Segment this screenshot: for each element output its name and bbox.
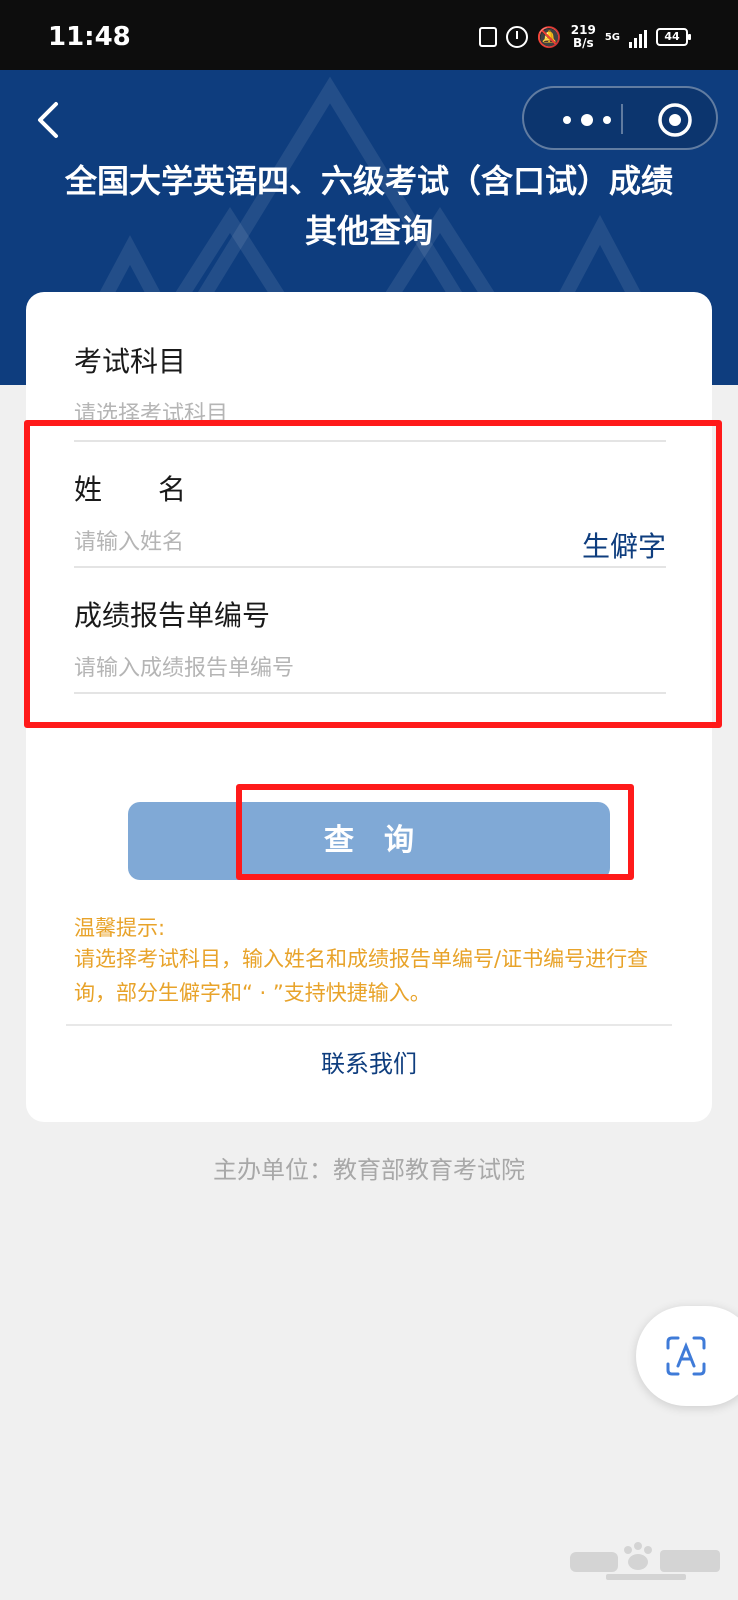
text-scan-icon xyxy=(666,1336,706,1376)
mute-bell-icon: 🔕 xyxy=(536,25,562,49)
tips-title: 温馨提示: xyxy=(74,916,166,940)
page-title: 全国大学英语四、六级考试（含口试）成绩 其他查询 xyxy=(0,156,738,256)
chevron-left-icon xyxy=(38,102,58,138)
page-title-line1: 全国大学英语四、六级考试（含口试）成绩 xyxy=(64,162,673,200)
subject-label: 考试科目 xyxy=(74,345,187,378)
back-button[interactable] xyxy=(28,98,72,142)
battery-icon: 44 xyxy=(656,28,691,46)
sponsor-text: 主办单位：教育部教育考试院 xyxy=(213,1156,525,1184)
status-time: 11:48 xyxy=(48,22,131,52)
target-circle-icon[interactable] xyxy=(657,102,693,138)
contact-us-link[interactable]: 联系我们 xyxy=(26,1044,712,1079)
net-speed: 219 B/s xyxy=(571,24,596,50)
network-type: 5G xyxy=(604,31,620,43)
status-icons: 🔕 219 B/s 5G 44 xyxy=(478,24,691,50)
net-speed-unit: B/s xyxy=(572,36,594,50)
signal-icon xyxy=(629,26,647,48)
nfc-icon xyxy=(478,27,497,47)
more-dots-icon[interactable] xyxy=(552,110,622,130)
highlight-box-query-button xyxy=(236,784,634,880)
status-bar: 11:48 🔕 219 B/s 5G 44 xyxy=(0,0,738,70)
alarm-icon xyxy=(505,26,528,48)
floating-scan-button[interactable] xyxy=(636,1306,738,1406)
page-title-line2: 其他查询 xyxy=(304,212,433,250)
highlight-box-fields xyxy=(24,420,722,728)
card-divider xyxy=(66,1024,672,1026)
miniprogram-capsule xyxy=(522,86,718,150)
capsule-divider xyxy=(621,104,623,134)
baidu-jingyan-watermark xyxy=(570,1542,720,1580)
tips-body: 请选择考试科目，输入姓名和成绩报告单编号/证书编号进行查询，部分生僻字和“ · … xyxy=(74,947,649,1005)
